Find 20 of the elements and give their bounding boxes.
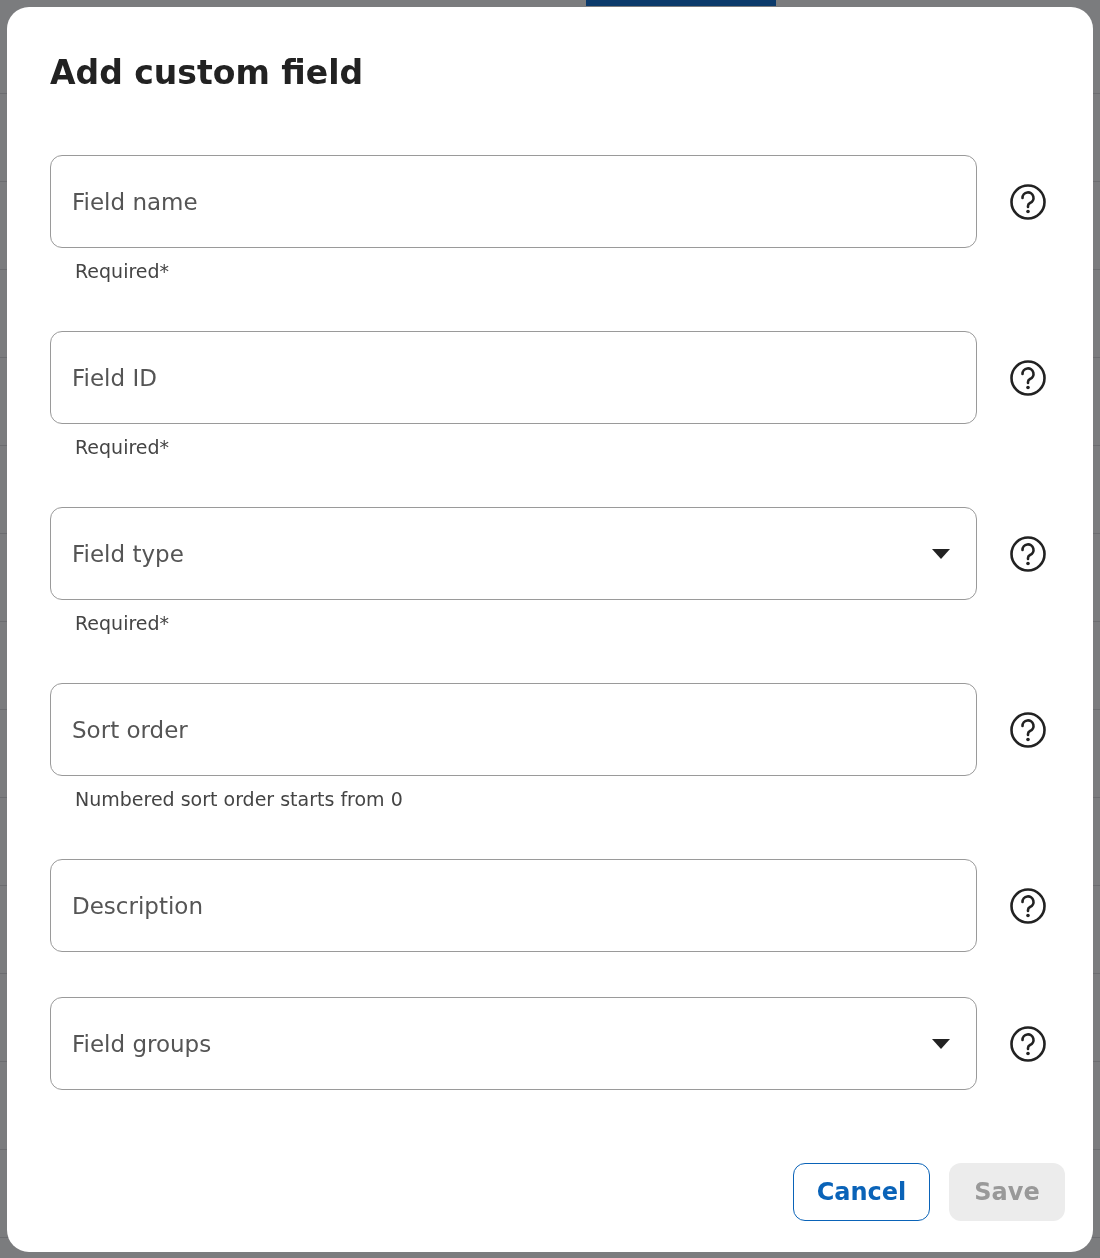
input-field[interactable]: Field ID xyxy=(50,331,977,424)
select-field[interactable]: Field groups xyxy=(50,997,977,1090)
help-icon[interactable] xyxy=(1009,358,1047,397)
helper-text: Required* xyxy=(75,612,171,634)
input-field[interactable]: Sort order xyxy=(50,683,977,776)
select-field[interactable]: Field type xyxy=(50,507,977,600)
helper-text: Required* xyxy=(75,436,171,458)
input-field[interactable]: Field name xyxy=(50,155,977,248)
help-icon[interactable] xyxy=(1009,1024,1047,1063)
help-icon[interactable] xyxy=(1009,710,1047,749)
caret-icon xyxy=(932,548,950,559)
helper-text: Numbered sort order starts from 0 xyxy=(75,788,404,810)
help-icon[interactable] xyxy=(1009,886,1047,925)
help-icon[interactable] xyxy=(1009,534,1047,573)
cancel-button[interactable]: Cancel xyxy=(793,1163,930,1221)
help-icon[interactable] xyxy=(1009,182,1047,221)
dialog-title: Add custom field xyxy=(50,52,365,94)
caret-icon xyxy=(932,1038,950,1049)
input-field[interactable]: Description xyxy=(50,859,977,952)
helper-text: Required* xyxy=(75,260,171,282)
